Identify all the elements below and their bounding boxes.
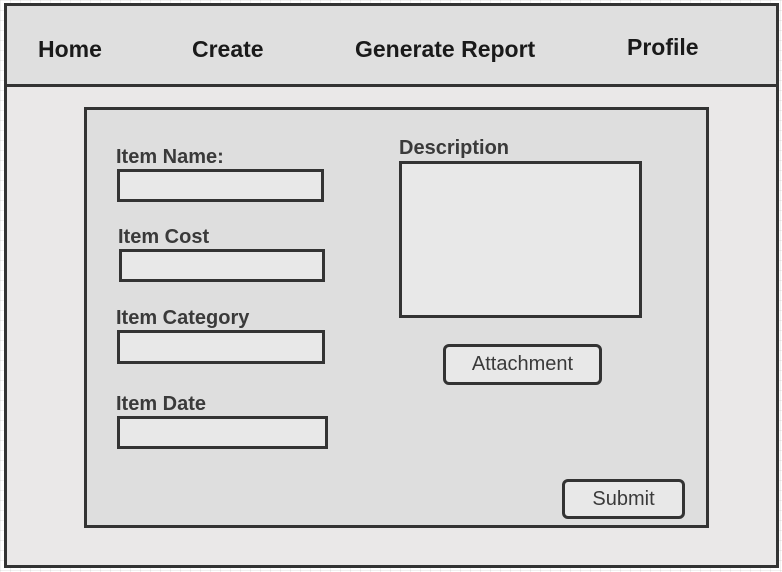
item-cost-label: Item Cost bbox=[118, 226, 210, 248]
app-window: Home Create Generate Report Profile Item… bbox=[4, 3, 779, 568]
item-category-label: Item Category bbox=[116, 307, 250, 329]
item-cost-input[interactable] bbox=[119, 249, 325, 282]
description-textarea[interactable] bbox=[399, 161, 642, 318]
item-date-input[interactable] bbox=[117, 416, 328, 449]
nav-generate-report[interactable]: Generate Report bbox=[355, 33, 535, 65]
item-name-label: Item Name: bbox=[116, 146, 224, 168]
item-date-label: Item Date bbox=[116, 393, 207, 415]
nav-create[interactable]: Create bbox=[192, 33, 264, 65]
nav-home[interactable]: Home bbox=[38, 33, 102, 65]
description-label: Description bbox=[399, 137, 510, 159]
item-name-input[interactable] bbox=[117, 169, 324, 202]
submit-button[interactable]: Submit bbox=[562, 479, 685, 519]
top-navbar: Home Create Generate Report Profile bbox=[7, 6, 776, 87]
attachment-button[interactable]: Attachment bbox=[443, 344, 602, 385]
item-form-panel: Item Name: Item Cost Item Category Item … bbox=[84, 107, 709, 528]
item-category-input[interactable] bbox=[117, 330, 325, 364]
nav-profile[interactable]: Profile bbox=[627, 31, 699, 63]
